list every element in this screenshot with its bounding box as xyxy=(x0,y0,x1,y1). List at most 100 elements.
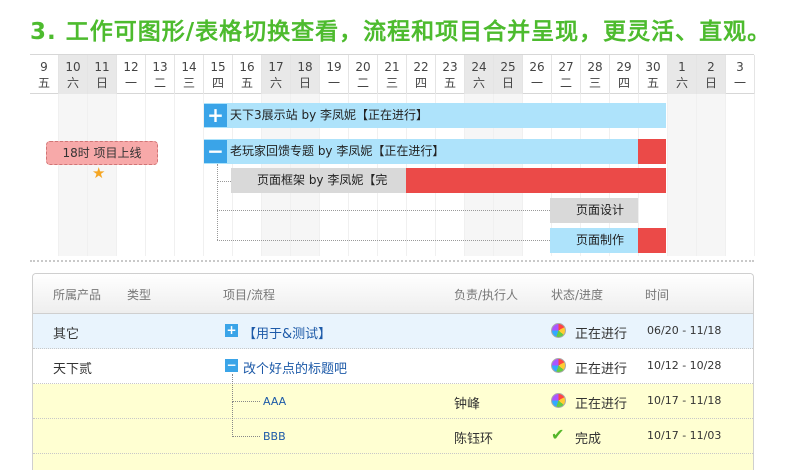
calendar-day: 9五 xyxy=(30,55,59,95)
expand-icon[interactable]: + xyxy=(204,104,227,127)
progress-icon xyxy=(551,358,566,373)
gantt-subtask-bar[interactable]: 页面制作 xyxy=(550,228,638,253)
progress-icon xyxy=(551,393,566,408)
calendar-day: 23 五 xyxy=(436,55,465,95)
weekday-label: 日 xyxy=(501,76,514,90)
day-number: 2 xyxy=(707,60,715,74)
day-number: 1 xyxy=(678,60,686,74)
weekday-label: 五 xyxy=(443,76,456,90)
weekday-label: 二 xyxy=(559,76,572,90)
weekday-label: 二 xyxy=(153,76,166,90)
weekday-label: 日 xyxy=(298,76,311,90)
weekday-label: 六 xyxy=(472,76,485,90)
table-row[interactable]: AAA 钟峰 正在进行 10/17 - 11/18 xyxy=(33,374,753,419)
weekday-label: 日 xyxy=(704,76,717,90)
gantt-task-label: 页面框架 by 李凤妮【完 xyxy=(257,173,388,187)
weekday-label: 四 xyxy=(617,76,630,90)
gantt-task-bar[interactable]: 老玩家回馈专题 by 李凤妮【正在进行】 xyxy=(204,139,638,164)
gantt-overdue-segment xyxy=(638,228,666,253)
gantt-chart: 9 五 10 六 11 日 12 一 13 二 14 三 15 四 16 五 17 六 18 日 19 一 20 二 21 三 22… xyxy=(30,54,755,262)
day-number: 26 xyxy=(529,60,545,74)
weekday-label: 一 xyxy=(530,76,543,90)
weekday-label: 五 xyxy=(37,76,50,90)
calendar-day: 18 日 xyxy=(291,55,320,95)
weekday-label: 六 xyxy=(675,76,688,90)
day-number: 3 xyxy=(736,60,744,74)
col-product[interactable]: 所属产品 xyxy=(53,286,101,303)
day-number: 14 xyxy=(181,60,197,74)
calendar-day: 30 五 xyxy=(639,55,668,95)
day-number: 27 xyxy=(558,60,574,74)
day-number: 24 xyxy=(471,60,487,74)
tree-connector xyxy=(217,164,218,240)
gantt-subtask-bar[interactable]: 页面框架 by 李凤妮【完 xyxy=(231,168,406,193)
calendar-header: 9 五 10 六 11 日 12 一 13 二 14 三 15 四 16 五 17 六 18 日 19 一 20 二 21 三 22… xyxy=(30,54,755,95)
table-row[interactable] xyxy=(33,454,753,470)
project-link[interactable]: 【用于&测试】 xyxy=(243,323,331,342)
day-number: 22 xyxy=(413,60,429,74)
col-type[interactable]: 类型 xyxy=(127,286,151,303)
day-number: 20 xyxy=(355,60,371,74)
gantt-grid-column xyxy=(697,94,726,256)
gantt-task-label: 天下3展示站 by 李凤妮【正在进行】 xyxy=(230,108,428,122)
col-status[interactable]: 状态/进度 xyxy=(551,286,603,303)
weekday-label: 六 xyxy=(269,76,282,90)
day-number: 18 xyxy=(297,60,313,74)
day-number: 25 xyxy=(500,60,516,74)
weekday-label: 三 xyxy=(588,76,601,90)
gantt-task-label: 页面设计 xyxy=(576,203,625,217)
weekday-label: 五 xyxy=(646,76,659,90)
table-row[interactable]: 天下贰 − 改个好点的标题吧 正在进行 10/12 - 10/28 xyxy=(33,349,753,384)
gantt-task-bar[interactable]: 天下3展示站 by 李凤妮【正在进行】 xyxy=(204,103,666,128)
gantt-grid-column xyxy=(146,94,175,256)
time-range: 10/17 - 11/03 xyxy=(647,429,722,442)
calendar-day: 29 四 xyxy=(610,55,639,95)
status-text: 正在进行 xyxy=(575,397,628,412)
table-row[interactable]: 其它 + 【用于&测试】 正在进行 06/20 - 11/18 xyxy=(33,314,753,349)
status-text: 正在进行 xyxy=(575,362,628,377)
calendar-day: 3一 xyxy=(726,55,755,95)
tree-connector xyxy=(217,240,550,241)
calendar-day: 17 六 xyxy=(262,55,291,95)
gantt-grid-column xyxy=(117,94,146,256)
gantt-subtask-bar[interactable]: 页面设计 xyxy=(550,198,638,223)
check-icon: ✔ xyxy=(551,425,565,444)
milestone-label[interactable]: 18时 项目上线 xyxy=(46,141,158,165)
gantt-divider xyxy=(30,260,754,262)
day-number: 9 xyxy=(40,60,48,74)
gantt-task-label: 页面制作 xyxy=(576,233,625,247)
calendar-day: 26 一 xyxy=(523,55,552,95)
calendar-day: 27 二 xyxy=(552,55,581,95)
time-range: 10/12 - 10/28 xyxy=(647,359,722,372)
gantt-overdue-segment xyxy=(638,139,666,164)
project-link[interactable]: 改个好点的标题吧 xyxy=(243,358,347,377)
gantt-task-label: 老玩家回馈专题 by 李凤妮【正在进行】 xyxy=(230,144,445,158)
table-row[interactable]: BBB 陈钰环 ✔ 完成 10/17 - 11/03 xyxy=(33,401,753,454)
day-number: 11 xyxy=(94,60,110,74)
expand-icon[interactable]: + xyxy=(225,324,238,337)
calendar-day: 1六 xyxy=(668,55,697,95)
calendar-day: 15 四 xyxy=(204,55,233,95)
calendar-day: 22 四 xyxy=(407,55,436,95)
col-owner[interactable]: 负责/执行人 xyxy=(454,286,518,303)
product-cell: 天下贰 xyxy=(53,362,93,377)
calendar-day: 11 日 xyxy=(88,55,117,95)
day-number: 29 xyxy=(616,60,632,74)
col-time[interactable]: 时间 xyxy=(645,286,669,303)
time-range: 10/17 - 11/18 xyxy=(647,394,722,407)
progress-icon xyxy=(551,323,566,338)
project-link[interactable]: AAA xyxy=(263,395,286,408)
gantt-overdue-segment xyxy=(406,168,666,193)
collapse-icon[interactable]: − xyxy=(225,359,238,372)
day-number: 28 xyxy=(587,60,603,74)
gantt-grid-column xyxy=(668,94,697,256)
collapse-icon[interactable]: − xyxy=(204,140,227,163)
gantt-grid-column xyxy=(175,94,204,256)
weekday-label: 六 xyxy=(66,76,79,90)
star-icon[interactable]: ★ xyxy=(92,164,105,182)
weekday-label: 一 xyxy=(124,76,137,90)
project-link[interactable]: BBB xyxy=(263,430,286,443)
col-project[interactable]: 项目/流程 xyxy=(223,286,275,303)
time-range: 06/20 - 11/18 xyxy=(647,324,722,337)
tree-connector xyxy=(217,210,550,211)
